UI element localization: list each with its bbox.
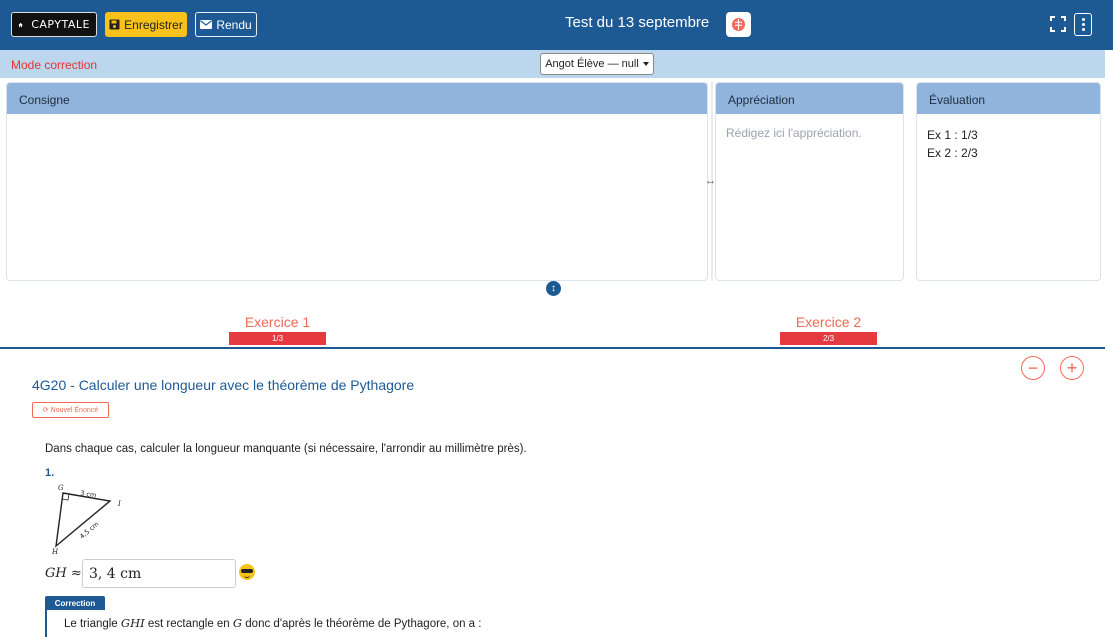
vertex-label: H xyxy=(51,548,59,556)
tab-label: Exercice 2 xyxy=(795,314,862,330)
triangle-figure: G H I 3 cm 4,5 cm xyxy=(51,484,121,556)
exercise-title: 4G20 - Calculer une longueur avec le thé… xyxy=(32,377,415,393)
tab-underline xyxy=(0,347,1105,349)
tab-exercice-1[interactable]: Exercice 1 1/3 xyxy=(229,314,326,345)
evaluation-title: Évaluation xyxy=(917,83,1100,114)
evaluation-panel: Évaluation Ex 1 : 1/3 Ex 2 : 2/3 xyxy=(916,82,1101,281)
exercise-instruction: Dans chaque cas, calculer la longueur ma… xyxy=(45,443,527,455)
zoom-in-button[interactable]: + xyxy=(1060,356,1084,380)
vertex-label: I xyxy=(117,500,121,508)
more-menu-button[interactable] xyxy=(1074,13,1092,36)
correction-tag: Correction xyxy=(45,596,105,610)
tab-exercice-2[interactable]: Exercice 2 2/3 xyxy=(780,314,877,345)
evaluation-line: Ex 1 : 1/3 xyxy=(927,128,978,142)
consigne-title: Consigne xyxy=(7,83,707,114)
question-number: 1. xyxy=(45,467,55,479)
brain-button[interactable] xyxy=(726,12,751,37)
new-statement-button[interactable]: ⟳ Nouvel Énoncé xyxy=(32,402,109,418)
appreciation-title: Appréciation xyxy=(716,83,903,114)
vertex-label: G xyxy=(58,484,64,492)
save-label: Enregistrer xyxy=(124,17,183,32)
student-select-value: Angot Élève — null xyxy=(545,58,639,70)
mode-bar: Mode correction Angot Élève — null xyxy=(0,50,1105,78)
correction-border xyxy=(45,610,47,637)
side-length-label: 3 cm xyxy=(80,489,97,499)
evaluation-body: Ex 1 : 1/3 Ex 2 : 2/3 xyxy=(917,114,1100,174)
zoom-out-button[interactable]: − xyxy=(1021,356,1045,380)
home-button[interactable]: CAPYTALE xyxy=(11,12,97,37)
tab-score-badge: 1/3 xyxy=(229,332,326,345)
rendu-button[interactable]: Rendu xyxy=(195,12,257,37)
floppy-icon xyxy=(109,19,120,30)
mode-label: Mode correction xyxy=(11,58,98,72)
appreciation-panel: Appréciation Rédigez ici l'appréciation. xyxy=(715,82,904,281)
envelope-icon xyxy=(200,20,213,29)
consigne-panel: Consigne xyxy=(6,82,708,281)
rendu-label: Rendu xyxy=(216,17,252,32)
answer-input[interactable]: 3, 4 cm xyxy=(82,559,236,588)
page-title: Test du 13 septembre xyxy=(565,14,710,31)
top-bar: CAPYTALE Enregistrer Rendu Test du 13 se… xyxy=(0,0,1113,50)
tab-score-badge: 2/3 xyxy=(780,332,877,345)
student-select[interactable]: Angot Élève — null xyxy=(540,53,654,75)
brain-icon xyxy=(732,18,745,31)
evaluation-line: Ex 2 : 2/3 xyxy=(927,146,978,160)
correction-text: Le triangle GHI est rectangle en G donc … xyxy=(64,616,482,630)
save-button[interactable]: Enregistrer xyxy=(105,12,187,37)
appreciation-textarea[interactable]: Rédigez ici l'appréciation. xyxy=(716,114,903,152)
fullscreen-icon[interactable] xyxy=(1049,15,1067,33)
logo-text: CAPYTALE xyxy=(31,18,90,31)
caret-down-icon xyxy=(642,62,649,66)
side-length-label: 4,5 cm xyxy=(78,520,100,540)
home-icon xyxy=(18,22,23,27)
answer-label: GH ≈ xyxy=(45,566,82,581)
vertical-resize-icon[interactable]: ↕ xyxy=(546,281,561,296)
tab-label: Exercice 1 xyxy=(244,314,311,330)
sunglasses-emoji-icon xyxy=(239,564,255,580)
